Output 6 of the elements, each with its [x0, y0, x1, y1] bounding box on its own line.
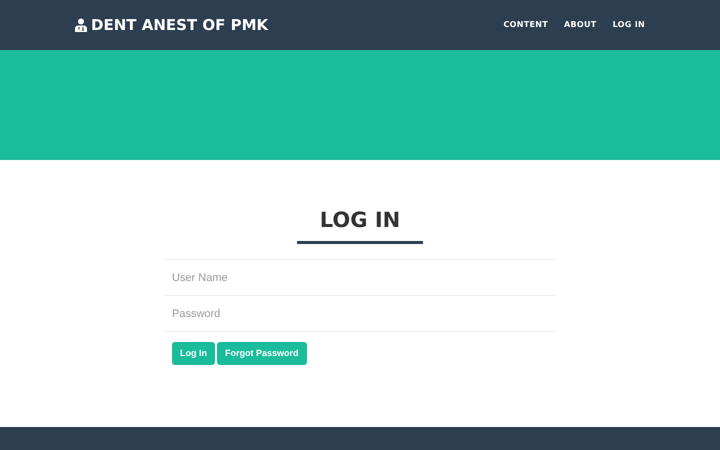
nav-link[interactable]: ABOUT	[564, 19, 597, 31]
nav-link[interactable]: LOG IN	[612, 19, 645, 31]
page-heading: LOG IN	[320, 208, 400, 234]
doctor-icon	[75, 18, 87, 32]
site-title[interactable]: DENT ANEST OF PMK	[91, 14, 268, 36]
nav-link[interactable]: CONTENT	[503, 19, 548, 31]
